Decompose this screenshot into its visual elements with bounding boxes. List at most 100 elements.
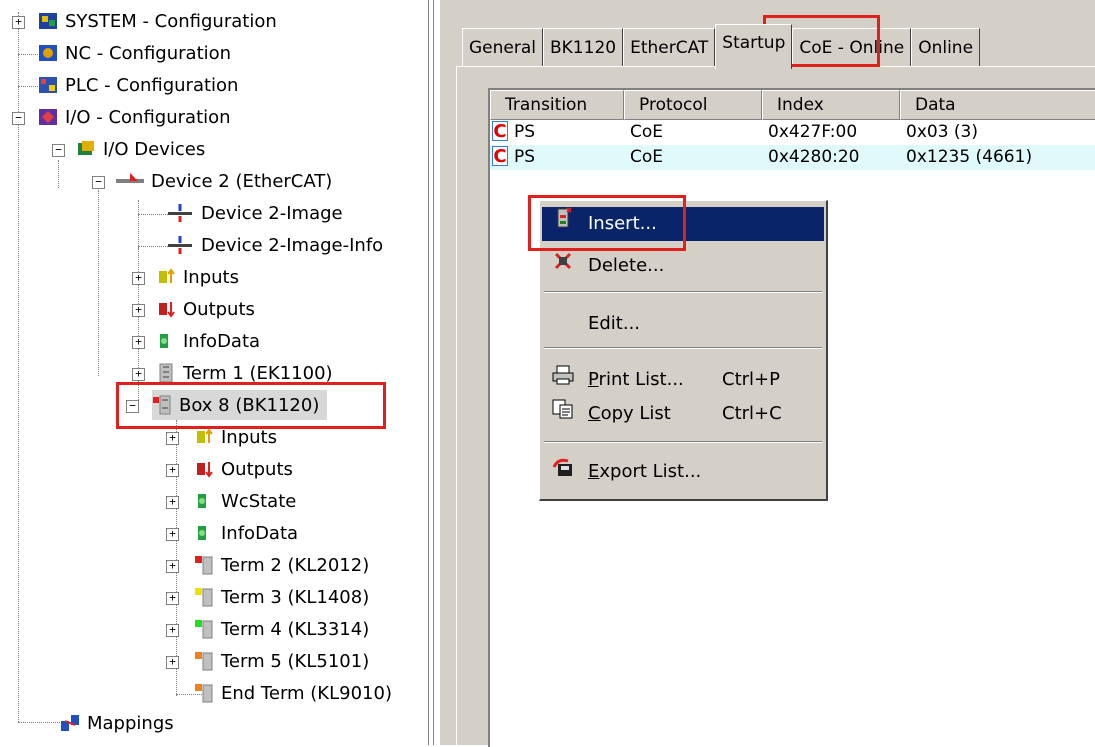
expand-button[interactable]: + <box>132 368 145 381</box>
terminal-orange-icon <box>194 683 214 703</box>
expand-button[interactable]: + <box>166 464 179 477</box>
system-config-icon <box>38 11 58 31</box>
expand-button[interactable]: + <box>166 592 179 605</box>
tree-item-term5[interactable]: Term 5 (KL5101) <box>194 646 371 676</box>
configuration-tree: + SYSTEM - Configuration NC - Configurat… <box>0 0 425 745</box>
terminal-green-icon <box>194 619 214 639</box>
collapse-button[interactable]: − <box>92 176 105 189</box>
collapse-button[interactable]: − <box>12 112 25 125</box>
expand-button[interactable]: + <box>166 496 179 509</box>
tree-item-infodata[interactable]: InfoData <box>156 326 262 356</box>
tree-line <box>138 246 168 247</box>
tree-item-device2-image[interactable]: Device 2-Image <box>166 198 345 228</box>
coe-c-icon: C <box>492 146 508 167</box>
tree-item-device2-image-info[interactable]: Device 2-Image-Info <box>166 230 385 260</box>
export-icon <box>546 455 580 489</box>
outputs-icon <box>194 459 214 479</box>
tree-item-box-infodata[interactable]: InfoData <box>194 518 300 548</box>
expand-button[interactable]: + <box>166 528 179 541</box>
column-data[interactable]: Data <box>900 90 1095 120</box>
menu-item-delete[interactable]: Delete... <box>542 249 824 283</box>
coe-c-icon: C <box>492 121 508 142</box>
shortcut-copy: Ctrl+C <box>722 403 782 424</box>
expand-button[interactable]: + <box>132 336 145 349</box>
tree-item-term3[interactable]: Term 3 (KL1408) <box>194 582 371 612</box>
expand-button[interactable]: + <box>166 560 179 573</box>
tree-line <box>58 160 59 188</box>
row-protocol: CoE <box>630 147 664 167</box>
menu-item-print-list[interactable]: Print List... Ctrl+P <box>542 363 824 397</box>
row-transition: PS <box>514 122 536 142</box>
tree-item-io-devices[interactable]: I/O Devices <box>76 134 207 164</box>
plc-config-icon <box>38 75 58 95</box>
inputs-icon <box>194 427 214 447</box>
tree-line <box>18 122 19 722</box>
row-index: 0x427F:00 <box>768 122 858 142</box>
tree-item-term4[interactable]: Term 4 (KL3314) <box>194 614 371 644</box>
tree-line <box>138 200 139 248</box>
column-transition[interactable]: Transition <box>490 90 624 120</box>
ethercat-device-icon <box>116 171 144 191</box>
row-index: 0x4280:20 <box>768 147 860 167</box>
list-header: Transition Protocol Index Data <box>490 90 1095 120</box>
tree-item-nc[interactable]: NC - Configuration <box>38 38 233 68</box>
menu-item-export-list[interactable]: Export List... <box>542 455 824 489</box>
expand-button[interactable]: + <box>132 304 145 317</box>
expand-button[interactable]: + <box>132 272 145 285</box>
expand-button[interactable]: + <box>12 16 25 29</box>
row-data: 0x03 (3) <box>906 122 978 142</box>
menu-item-copy-list[interactable]: Copy List Ctrl+C <box>542 397 824 431</box>
table-row[interactable]: C PS CoE 0x427F:00 0x03 (3) <box>490 120 1095 145</box>
tree-item-term2[interactable]: Term 2 (KL2012) <box>194 550 371 580</box>
table-row[interactable]: C PS CoE 0x4280:20 0x1235 (4661) <box>490 145 1095 170</box>
tree-item-io[interactable]: I/O - Configuration <box>38 102 233 132</box>
row-data: 0x1235 (4661) <box>906 147 1033 167</box>
tree-item-plc[interactable]: PLC - Configuration <box>38 70 240 100</box>
copy-icon <box>546 397 580 431</box>
row-transition: PS <box>514 147 536 167</box>
nc-config-icon <box>38 43 58 63</box>
collapse-button[interactable]: − <box>52 144 65 157</box>
printer-icon <box>546 363 580 397</box>
io-devices-icon <box>76 139 96 159</box>
terminal-red-icon <box>194 555 214 575</box>
terminal-icon <box>156 363 176 383</box>
terminal-orange-icon <box>194 651 214 671</box>
tree-item-endterm[interactable]: End Term (KL9010) <box>194 678 394 708</box>
menu-separator <box>544 347 822 349</box>
column-protocol[interactable]: Protocol <box>624 90 762 120</box>
tree-item-device2[interactable]: Device 2 (EtherCAT) <box>116 166 334 196</box>
expand-button[interactable]: + <box>166 624 179 637</box>
splitter[interactable] <box>428 0 434 745</box>
process-image-icon <box>166 235 194 255</box>
wcstate-icon <box>194 491 214 511</box>
tab-general[interactable]: General <box>462 28 543 67</box>
tab-online[interactable]: Online <box>911 28 981 67</box>
delete-icon <box>546 249 580 283</box>
highlight-box-box8 <box>116 382 386 429</box>
column-index[interactable]: Index <box>762 90 900 120</box>
tree-item-inputs[interactable]: Inputs <box>156 262 241 292</box>
tree-item-mappings[interactable]: Mappings <box>60 708 176 738</box>
tab-ethercat[interactable]: EtherCAT <box>623 28 716 67</box>
tab-strip: General BK1120 EtherCAT Startup CoE - On… <box>462 24 981 69</box>
expand-button[interactable]: + <box>166 432 179 445</box>
infodata-icon <box>156 331 176 351</box>
tab-bk1120[interactable]: BK1120 <box>543 28 624 67</box>
mappings-icon <box>60 713 80 733</box>
tab-startup[interactable]: Startup <box>715 24 793 69</box>
terminal-yellow-icon <box>194 587 214 607</box>
tree-item-wcstate[interactable]: WcState <box>194 486 298 516</box>
tree-item-outputs[interactable]: Outputs <box>156 294 257 324</box>
tree-item-box-outputs[interactable]: Outputs <box>194 454 295 484</box>
process-image-icon <box>166 203 194 223</box>
tree-line <box>98 190 99 376</box>
outputs-icon <box>156 299 176 319</box>
highlight-box-insert <box>528 195 686 251</box>
tree-item-system[interactable]: SYSTEM - Configuration <box>38 6 279 36</box>
tree-line <box>176 420 177 696</box>
expand-button[interactable]: + <box>166 656 179 669</box>
menu-item-edit[interactable]: Edit... <box>542 307 824 341</box>
inputs-icon <box>156 267 176 287</box>
tree-line <box>18 86 40 87</box>
